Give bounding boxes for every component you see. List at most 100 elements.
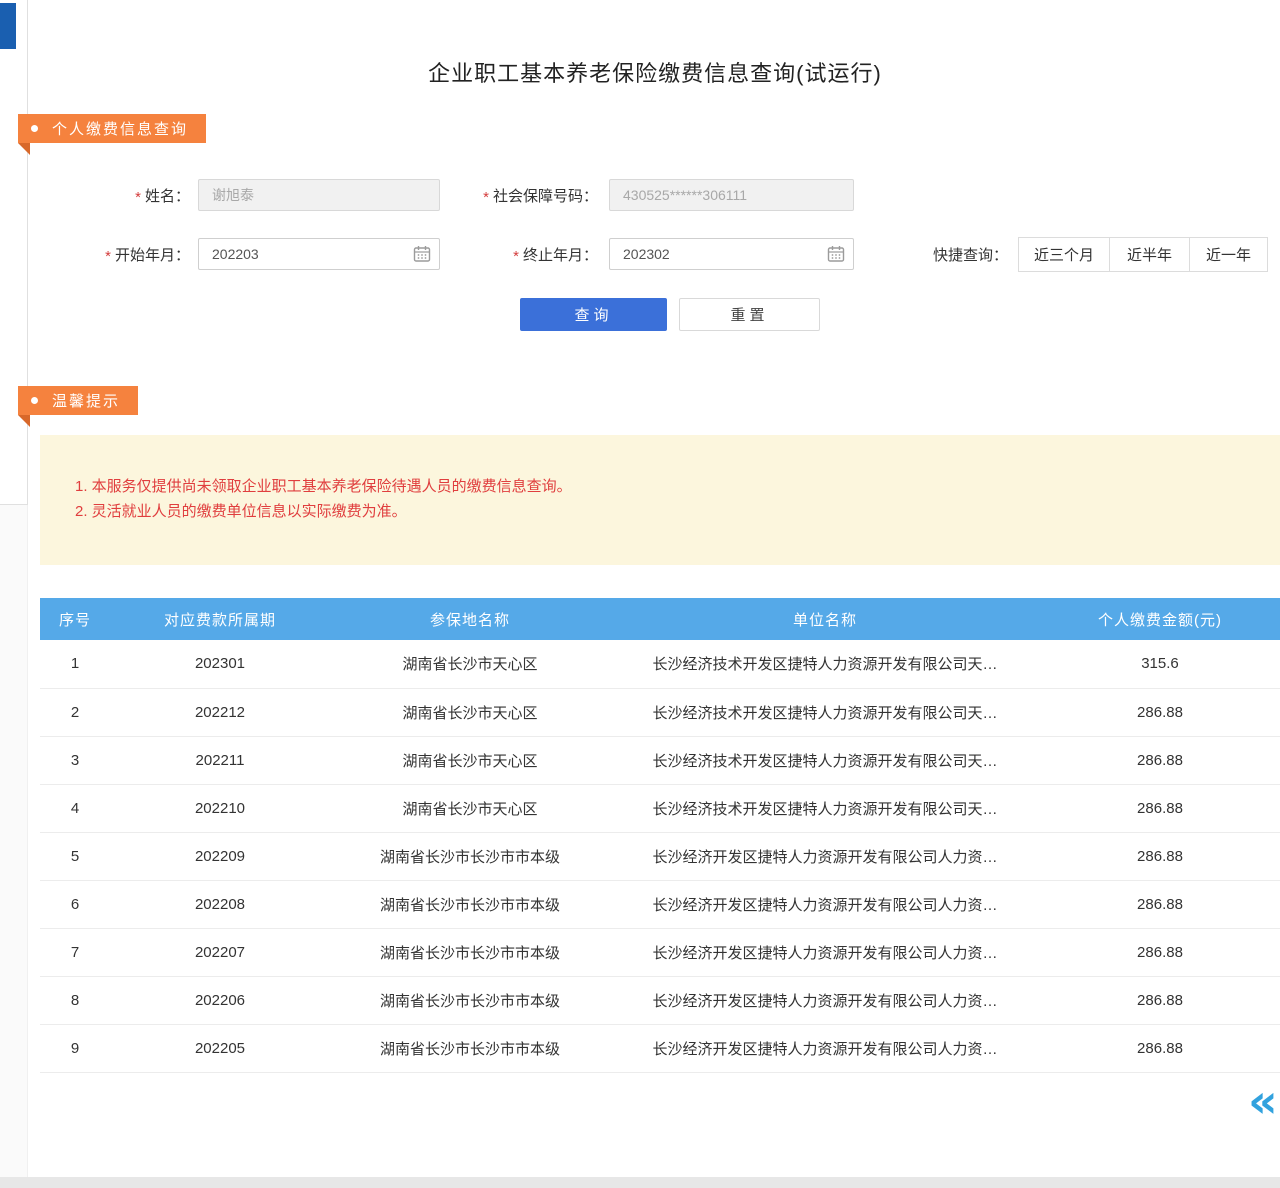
- calendar-icon[interactable]: [827, 245, 845, 263]
- table-cell: 1: [40, 640, 110, 688]
- header-personal-amount: 个人缴费金额(元): [1040, 598, 1280, 640]
- ssn-label: 社会保障号码：: [493, 185, 598, 206]
- table-cell: 286.88: [1040, 736, 1280, 784]
- header-seq: 序号: [40, 598, 110, 640]
- table-header-row: 序号 对应费款所属期 参保地名称 单位名称 个人缴费金额(元): [40, 598, 1280, 640]
- quick-query-label-group: 快捷查询：: [905, 238, 1008, 270]
- notice-line: 1. 本服务仅提供尚未领取企业职工基本养老保险待遇人员的缴费信息查询。: [75, 474, 1260, 499]
- section-badge-label: 温馨提示: [52, 390, 120, 411]
- table-cell: 202207: [110, 928, 330, 976]
- start-month-label-group: * 开始年月：: [30, 238, 190, 270]
- notice-box: 1. 本服务仅提供尚未领取企业职工基本养老保险待遇人员的缴费信息查询。 2. 灵…: [40, 435, 1280, 565]
- payment-table: 序号 对应费款所属期 参保地名称 单位名称 个人缴费金额(元) 1202301湖…: [40, 598, 1280, 1073]
- double-left-chevron-icon[interactable]: «: [1248, 1078, 1278, 1124]
- sidebar-collapsed-tab[interactable]: [0, 3, 16, 49]
- table-cell: 202206: [110, 976, 330, 1024]
- table-cell: 9: [40, 1024, 110, 1072]
- table-cell: 湖南省长沙市天心区: [330, 640, 610, 688]
- reset-button[interactable]: 重置: [679, 298, 820, 331]
- table-cell: 湖南省长沙市长沙市市本级: [330, 832, 610, 880]
- section-badge-tips: 温馨提示: [18, 386, 138, 415]
- table-cell: 4: [40, 784, 110, 832]
- table-cell: 湖南省长沙市长沙市市本级: [330, 1024, 610, 1072]
- required-marker: *: [105, 248, 111, 265]
- table-cell: 286.88: [1040, 1024, 1280, 1072]
- table-row: 1202301湖南省长沙市天心区长沙经济技术开发区捷特人力资源开发有限公司天…3…: [40, 640, 1280, 688]
- start-month-label: 开始年月：: [115, 244, 190, 265]
- quick-last-half-year-button[interactable]: 近半年: [1109, 237, 1190, 272]
- query-button[interactable]: 查询: [520, 298, 667, 331]
- table-row: 9202205湖南省长沙市长沙市市本级长沙经济开发区捷特人力资源开发有限公司人力…: [40, 1024, 1280, 1072]
- table-cell: 长沙经济技术开发区捷特人力资源开发有限公司天…: [610, 640, 1040, 688]
- table-row: 4202210湖南省长沙市天心区长沙经济技术开发区捷特人力资源开发有限公司天…2…: [40, 784, 1280, 832]
- table-cell: 202301: [110, 640, 330, 688]
- table-row: 8202206湖南省长沙市长沙市市本级长沙经济开发区捷特人力资源开发有限公司人力…: [40, 976, 1280, 1024]
- header-insured-place: 参保地名称: [330, 598, 610, 640]
- table-cell: 长沙经济开发区捷特人力资源开发有限公司人力资…: [610, 976, 1040, 1024]
- bullet-icon: [31, 397, 38, 404]
- table-cell: 7: [40, 928, 110, 976]
- table-cell: 湖南省长沙市天心区: [330, 784, 610, 832]
- table-cell: 8: [40, 976, 110, 1024]
- page-title: 企业职工基本养老保险缴费信息查询(试运行): [30, 56, 1280, 88]
- name-label: 姓名：: [145, 185, 190, 206]
- table-cell: 202212: [110, 688, 330, 736]
- table-cell: 6: [40, 880, 110, 928]
- quick-query-label: 快捷查询：: [933, 244, 1008, 265]
- table-cell: 286.88: [1040, 832, 1280, 880]
- quick-last-3-months-button[interactable]: 近三个月: [1018, 237, 1110, 272]
- table-cell: 长沙经济技术开发区捷特人力资源开发有限公司天…: [610, 688, 1040, 736]
- section-badge-personal-payment-query: 个人缴费信息查询: [18, 114, 206, 143]
- ssn-label-group: * 社会保障号码：: [430, 179, 598, 211]
- table-cell: 湖南省长沙市天心区: [330, 688, 610, 736]
- section-badge-label: 个人缴费信息查询: [52, 118, 188, 139]
- table-cell: 长沙经济开发区捷特人力资源开发有限公司人力资…: [610, 928, 1040, 976]
- table-cell: 286.88: [1040, 928, 1280, 976]
- page: 企业职工基本养老保险缴费信息查询(试运行) 个人缴费信息查询 * 姓名： * 社…: [0, 0, 1280, 1188]
- calendar-icon[interactable]: [413, 245, 431, 263]
- table-row: 7202207湖南省长沙市长沙市市本级长沙经济开发区捷特人力资源开发有限公司人力…: [40, 928, 1280, 976]
- table-cell: 315.6: [1040, 640, 1280, 688]
- table-cell: 202209: [110, 832, 330, 880]
- name-label-group: * 姓名：: [30, 179, 190, 211]
- bottom-edge-strip: [0, 1177, 1280, 1188]
- header-employer-name: 单位名称: [610, 598, 1040, 640]
- table-cell: 长沙经济技术开发区捷特人力资源开发有限公司天…: [610, 784, 1040, 832]
- table-cell: 286.88: [1040, 784, 1280, 832]
- table-cell: 286.88: [1040, 976, 1280, 1024]
- header-fee-period: 对应费款所属期: [110, 598, 330, 640]
- table-cell: 湖南省长沙市长沙市市本级: [330, 976, 610, 1024]
- table-row: 6202208湖南省长沙市长沙市市本级长沙经济开发区捷特人力资源开发有限公司人力…: [40, 880, 1280, 928]
- left-sidebar-panel: [0, 0, 28, 505]
- name-input[interactable]: [198, 179, 440, 211]
- required-marker: *: [483, 189, 489, 206]
- table-cell: 3: [40, 736, 110, 784]
- table-cell: 湖南省长沙市天心区: [330, 736, 610, 784]
- table-body: 1202301湖南省长沙市天心区长沙经济技术开发区捷特人力资源开发有限公司天…3…: [40, 640, 1280, 1072]
- table-cell: 2: [40, 688, 110, 736]
- notice-line: 2. 灵活就业人员的缴费单位信息以实际缴费为准。: [75, 499, 1260, 524]
- start-month-input[interactable]: [198, 238, 440, 270]
- table-cell: 湖南省长沙市长沙市市本级: [330, 880, 610, 928]
- table-cell: 5: [40, 832, 110, 880]
- required-marker: *: [135, 189, 141, 206]
- table-cell: 286.88: [1040, 880, 1280, 928]
- table-cell: 202211: [110, 736, 330, 784]
- table-cell: 286.88: [1040, 688, 1280, 736]
- table-cell: 202208: [110, 880, 330, 928]
- table-row: 3202211湖南省长沙市天心区长沙经济技术开发区捷特人力资源开发有限公司天…2…: [40, 736, 1280, 784]
- table-cell: 长沙经济开发区捷特人力资源开发有限公司人力资…: [610, 832, 1040, 880]
- table-row: 2202212湖南省长沙市天心区长沙经济技术开发区捷特人力资源开发有限公司天…2…: [40, 688, 1280, 736]
- table-cell: 湖南省长沙市长沙市市本级: [330, 928, 610, 976]
- table-cell: 202210: [110, 784, 330, 832]
- end-month-input[interactable]: [609, 238, 854, 270]
- table-cell: 长沙经济开发区捷特人力资源开发有限公司人力资…: [610, 880, 1040, 928]
- table-row: 5202209湖南省长沙市长沙市市本级长沙经济开发区捷特人力资源开发有限公司人力…: [40, 832, 1280, 880]
- required-marker: *: [513, 248, 519, 265]
- quick-last-year-button[interactable]: 近一年: [1189, 237, 1268, 272]
- table-cell: 长沙经济开发区捷特人力资源开发有限公司人力资…: [610, 1024, 1040, 1072]
- table-cell: 长沙经济技术开发区捷特人力资源开发有限公司天…: [610, 736, 1040, 784]
- left-gutter: [0, 505, 28, 1188]
- end-month-label: 终止年月：: [523, 244, 598, 265]
- ssn-input[interactable]: [609, 179, 854, 211]
